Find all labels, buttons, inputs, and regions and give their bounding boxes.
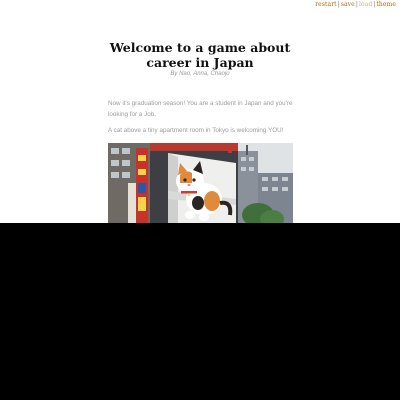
game-title: Welcome to a game about career in Japan (109, 40, 291, 70)
menu-separator: | (355, 1, 358, 8)
game-page: restart|save|load|theme Welcome to a gam… (0, 0, 400, 400)
author-byline: By Nao, Anna, Chaojo (170, 71, 230, 77)
story-paragraph: Now it's graduation season! You are a st… (108, 100, 293, 118)
cat-billboard-illustration (108, 143, 293, 224)
dark-overlay (0, 223, 400, 400)
save-link[interactable]: save (341, 1, 355, 8)
restart-link[interactable]: restart (315, 1, 336, 8)
top-menu: restart|save|load|theme (315, 1, 396, 8)
load-link[interactable]: load (359, 1, 372, 8)
menu-separator: | (337, 1, 340, 8)
theme-link[interactable]: theme (376, 1, 396, 8)
story-paragraph: A cat above a tiny apartment room in Tok… (108, 127, 284, 134)
cat-billboard-image (108, 143, 293, 224)
